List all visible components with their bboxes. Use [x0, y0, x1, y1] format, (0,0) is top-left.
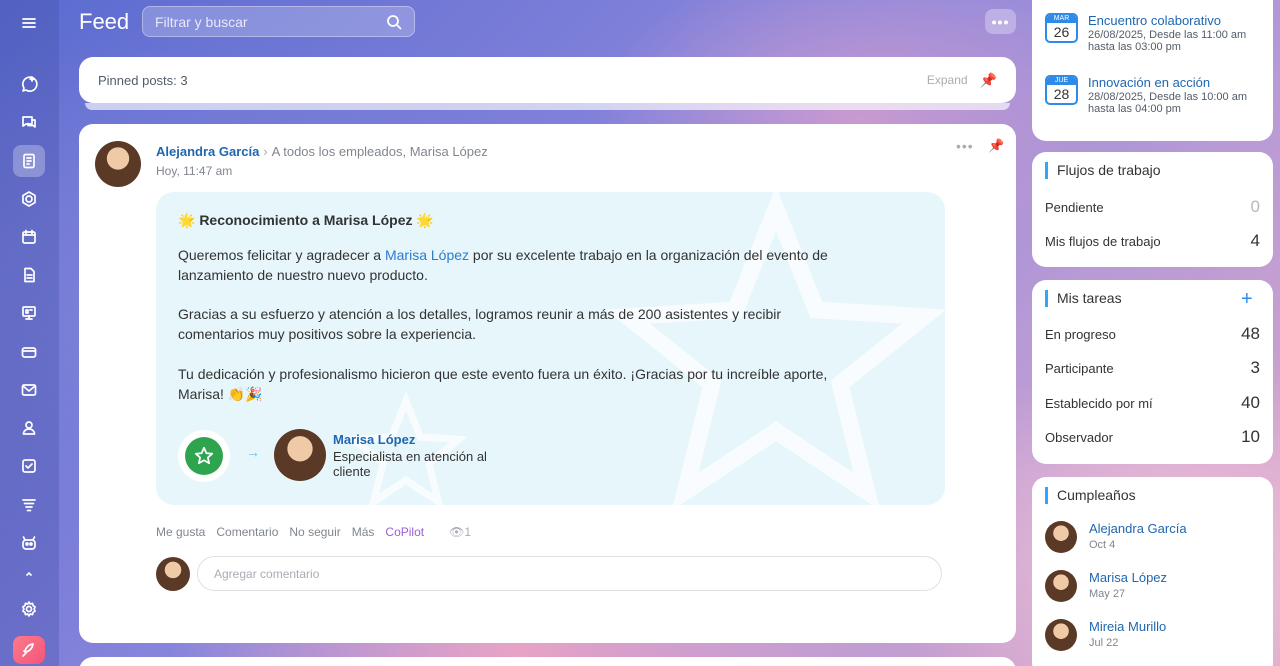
- views-counter[interactable]: 👁1: [449, 525, 471, 539]
- recipients[interactable]: A todos los empleados, Marisa López: [272, 144, 488, 159]
- avatar[interactable]: [1045, 521, 1077, 553]
- task-row[interactable]: En progreso 48: [1045, 324, 1260, 344]
- comment-button[interactable]: Comentario: [216, 525, 278, 539]
- mention-link[interactable]: Marisa López: [385, 247, 469, 263]
- birthday-item[interactable]: Marisa López May 27: [1045, 570, 1167, 602]
- event-item[interactable]: MAR 26 Encuentro colaborativo 26/08/2025, …: [1045, 13, 1268, 53]
- recipient-name[interactable]: Marisa López: [333, 432, 415, 447]
- tasks-title[interactable]: Mis tareas: [1045, 290, 1122, 307]
- author-avatar[interactable]: [95, 141, 141, 187]
- unfollow-button[interactable]: No seguir: [289, 525, 340, 539]
- calendar-date-icon: JUE 28: [1045, 75, 1078, 105]
- birthdays-title[interactable]: Cumpleaños: [1045, 487, 1136, 504]
- avatar[interactable]: [1045, 570, 1077, 602]
- left-rail: [0, 0, 59, 666]
- post-pin-icon[interactable]: 📌: [988, 138, 1004, 154]
- post-time: Hoy, 11:47 am: [156, 164, 233, 178]
- contacts-icon[interactable]: [13, 412, 45, 444]
- settings-icon[interactable]: [13, 593, 45, 625]
- event-item[interactable]: JUE 28 Innovación en acción 28/08/2025, De…: [1045, 75, 1268, 115]
- tasks-icon[interactable]: [13, 450, 45, 482]
- post-header: Alejandra García › A todos los empleados, …: [156, 144, 488, 159]
- task-row[interactable]: Observador 10: [1045, 427, 1260, 447]
- credit-card-icon[interactable]: [13, 336, 45, 368]
- add-task-icon[interactable]: +: [1241, 288, 1253, 311]
- pin-icon[interactable]: 📌: [980, 72, 997, 89]
- events-widget: MAR 26 Encuentro colaborativo 26/08/2025, …: [1032, 0, 1273, 141]
- like-button[interactable]: Me gusta: [156, 525, 205, 539]
- star-badge-icon: [178, 430, 230, 482]
- filter-icon[interactable]: [13, 489, 45, 521]
- current-user-avatar: [156, 557, 190, 591]
- search-bar[interactable]: [142, 6, 415, 37]
- task-row[interactable]: Participante 3: [1045, 358, 1260, 378]
- eye-icon: 👁: [449, 525, 465, 539]
- post-more-icon[interactable]: •••: [956, 138, 974, 154]
- workflows-widget: Flujos de trabajo Pendiente 0 Mis flujos …: [1032, 152, 1273, 267]
- sparkle-chat-icon[interactable]: [13, 68, 45, 100]
- arrow-right-icon: →: [246, 444, 260, 460]
- recipient-avatar[interactable]: [274, 429, 326, 481]
- author-name[interactable]: Alejandra García: [156, 144, 259, 159]
- rocket-icon[interactable]: [13, 636, 45, 664]
- workflow-row-pending[interactable]: Pendiente 0: [1045, 197, 1260, 217]
- more-options-button[interactable]: •••: [985, 9, 1016, 34]
- menu-icon[interactable]: [13, 7, 45, 39]
- birthday-item[interactable]: Mireia Murillo Jul 22: [1045, 619, 1166, 651]
- workflows-title[interactable]: Flujos de trabajo: [1045, 162, 1161, 179]
- calendar-date-icon: MAR 26: [1045, 13, 1078, 43]
- tasks-widget: Mis tareas + En progreso 48 Participante 3…: [1032, 280, 1273, 464]
- chevron-up-icon[interactable]: [13, 560, 45, 588]
- board-icon[interactable]: [13, 297, 45, 329]
- birthdays-widget: Cumpleaños Alejandra García Oct 4 Marisa …: [1032, 477, 1273, 666]
- expand-link[interactable]: Expand: [927, 73, 968, 87]
- birthday-item[interactable]: Alejandra García Oct 4: [1045, 521, 1187, 553]
- calendar-icon[interactable]: [13, 221, 45, 253]
- recipient-role: Especialista en atención al cliente: [333, 449, 487, 479]
- appreciation-message: 🌟 Reconocimiento a Marisa López 🌟 Querem…: [156, 192, 945, 505]
- event-detail: 28/08/2025, Desde las 10:00 am hasta las…: [1088, 91, 1248, 115]
- feed-post: Alejandra García › A todos los empleados, …: [79, 124, 1016, 643]
- comment-input[interactable]: [197, 556, 942, 591]
- more-button[interactable]: Más: [352, 525, 375, 539]
- message-title: 🌟 Reconocimiento a Marisa López 🌟: [178, 212, 434, 228]
- sphere-icon[interactable]: [13, 183, 45, 215]
- workflow-row-mine[interactable]: Mis flujos de trabajo 4: [1045, 231, 1260, 251]
- event-title[interactable]: Encuentro colaborativo: [1088, 13, 1268, 29]
- background-star-icon: [605, 192, 945, 505]
- document-icon[interactable]: [13, 259, 45, 291]
- robot-icon[interactable]: [13, 527, 45, 559]
- mail-icon[interactable]: [13, 374, 45, 406]
- chat-icon[interactable]: [13, 107, 45, 139]
- next-post-card: [79, 657, 1016, 666]
- message-paragraph-3: Tu dedicación y profesionalismo hicieron…: [178, 366, 828, 402]
- event-title[interactable]: Innovación en acción: [1088, 75, 1268, 91]
- avatar[interactable]: [1045, 619, 1077, 651]
- page-title: Feed: [79, 9, 130, 34]
- search-input[interactable]: [155, 13, 386, 30]
- copilot-button[interactable]: CoPilot: [385, 525, 424, 539]
- chevron-right-icon: ›: [263, 144, 268, 159]
- message-paragraph-2: Gracias a su esfuerzo y atención a los d…: [178, 306, 782, 342]
- pinned-posts-label: Pinned posts: 3: [98, 72, 188, 88]
- feed-icon[interactable]: [13, 145, 45, 177]
- event-detail: 26/08/2025, Desde las 11:00 am hasta las…: [1088, 29, 1247, 53]
- search-icon[interactable]: [386, 14, 402, 30]
- pinned-posts-bar[interactable]: Pinned posts: 3 Expand 📌: [79, 57, 1016, 103]
- task-row[interactable]: Establecido por mí 40: [1045, 393, 1260, 413]
- post-actions: Me gusta Comentario No seguir Más CoPilo…: [156, 525, 471, 539]
- pinned-stack-shadow: [85, 103, 1010, 110]
- message-paragraph-1: Queremos felicitar y agradecer a Marisa …: [178, 247, 828, 283]
